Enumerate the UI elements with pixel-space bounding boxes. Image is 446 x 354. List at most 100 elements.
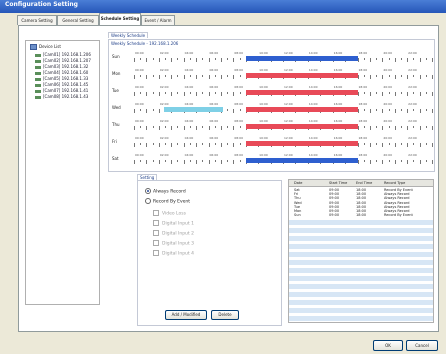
tick-label: 04:00 <box>184 85 194 89</box>
tick-mark <box>394 160 396 164</box>
tick-mark <box>376 143 378 145</box>
table-cell: Record By Event <box>384 213 413 218</box>
day-timeline-sun[interactable]: 00:00 02:00 04:00 06:00 08:00 10:00 12:00 14:00… <box>134 50 433 62</box>
tick-label: 02:00 <box>159 85 169 89</box>
tick-label: 12:00 <box>284 51 293 55</box>
tick-label: 04:00 <box>184 68 194 72</box>
day-timeline-mon[interactable]: 00:00 02:00 04:00 06:00 08:00 10:00 12:00 14:00… <box>134 67 433 79</box>
device-item-cam04[interactable]: [Cam04] 192.168.1.60 <box>35 70 88 75</box>
tick-mark <box>220 75 222 79</box>
tick-mark <box>388 143 390 145</box>
tick-label: 14:00 <box>308 153 318 157</box>
schedule-segment[interactable] <box>245 107 358 112</box>
always-record-radio[interactable]: Always Record <box>145 188 186 195</box>
device-item-cam05[interactable]: [Cam05] 192.168.1.33 <box>35 76 88 81</box>
empty-row-stripe <box>289 268 433 273</box>
tab-general-setting[interactable]: General Setting <box>57 15 99 25</box>
radio-unselected-icon <box>145 198 151 204</box>
tick-mark <box>134 143 135 147</box>
day-timeline-fri[interactable]: 00:00 02:00 04:00 06:00 08:00 10:00 12:00 14:00… <box>134 135 433 147</box>
device-list[interactable]: Device List [Cam01] 192.168.1.206 [Cam02… <box>25 40 100 305</box>
digital-input-1-checkbox[interactable]: Digital Input 1 <box>153 220 194 227</box>
tick-label: 18:00 <box>358 153 368 157</box>
tick-mark <box>214 143 216 145</box>
schedule-segment[interactable] <box>245 56 358 61</box>
tick-label: 22:00 <box>408 119 417 123</box>
schedule-table[interactable]: Date Start Time End Time Record Type Sat… <box>288 179 434 323</box>
tick-label: 12:00 <box>284 85 293 89</box>
tab-schedule-setting[interactable]: Schedule Setting <box>99 13 141 25</box>
digital-input-4-checkbox[interactable]: Digital Input 4 <box>153 250 194 257</box>
tick-mark <box>183 126 185 130</box>
tick-label: 20:00 <box>383 51 392 55</box>
tick-mark <box>357 126 359 130</box>
schedule-segment[interactable] <box>245 158 358 163</box>
add-modified-button[interactable]: Add / Modified <box>165 310 207 320</box>
ok-button[interactable]: OK <box>373 340 403 351</box>
day-timeline-sat[interactable]: 00:00 02:00 04:00 06:00 08:00 10:00 12:00 14:00… <box>134 152 433 164</box>
digital-input-3-checkbox[interactable]: Digital Input 3 <box>153 240 194 247</box>
column-header-record-type[interactable]: Record Type <box>384 181 405 185</box>
device-item-cam08[interactable]: [Cam08] 192.168.1.43 <box>35 94 88 99</box>
tick-mark <box>196 92 198 96</box>
tick-mark <box>376 126 378 128</box>
video-loss-checkbox[interactable]: Video Loss <box>153 210 186 217</box>
column-header-date[interactable]: Date <box>294 181 302 185</box>
day-label: Thu <box>112 122 120 127</box>
delete-button[interactable]: Delete <box>211 310 239 320</box>
tick-mark <box>140 92 142 94</box>
digital-input-2-checkbox[interactable]: Digital Input 2 <box>153 230 194 237</box>
tick-mark <box>369 126 371 130</box>
schedule-segment[interactable] <box>245 124 358 129</box>
tick-mark <box>134 160 135 164</box>
schedule-segment[interactable] <box>245 90 358 95</box>
tick-mark <box>202 143 204 145</box>
device-item-cam06[interactable]: [Cam06] 192.168.1.45 <box>35 82 88 87</box>
tick-label: 14:00 <box>308 85 318 89</box>
tick-mark <box>227 126 229 128</box>
day-label: Mon <box>112 71 121 76</box>
tick-mark <box>171 126 173 130</box>
tick-mark <box>432 58 433 62</box>
day-timeline-tue[interactable]: 00:00 02:00 04:00 06:00 08:00 10:00 12:00 14:00… <box>134 84 433 96</box>
record-by-event-radio[interactable]: Record By Event <box>145 198 190 205</box>
schedule-segment[interactable] <box>163 107 224 112</box>
day-timeline-thu[interactable]: 00:00 02:00 04:00 06:00 08:00 10:00 12:00 14:00… <box>134 118 433 130</box>
tick-mark <box>388 92 390 94</box>
device-item-cam01[interactable]: [Cam01] 192.168.1.206 <box>35 52 91 57</box>
column-header-end-time[interactable]: End Time <box>356 181 372 185</box>
day-timeline-wed[interactable]: 00:00 02:00 04:00 06:00 08:00 10:00 12:00 14:00… <box>134 101 433 113</box>
tick-mark <box>171 160 173 164</box>
day-label: Tue <box>112 88 119 93</box>
device-item-cam03[interactable]: [Cam03] 192.168.1.32 <box>35 64 88 69</box>
cancel-button[interactable]: Cancel <box>406 340 438 351</box>
tick-mark <box>158 109 160 113</box>
column-header-start-time[interactable]: Start Time <box>329 181 347 185</box>
tick-label: 20:00 <box>383 153 392 157</box>
tick-label: 00:00 <box>135 68 144 72</box>
schedule-panel: Device List [Cam01] 192.168.1.206 [Cam02… <box>18 25 439 332</box>
checkbox-icon <box>153 230 159 236</box>
tick-mark <box>158 75 160 79</box>
tick-mark <box>413 126 415 128</box>
schedule-segment[interactable] <box>245 141 358 146</box>
tab-camera-setting[interactable]: Camera Setting <box>17 15 57 25</box>
tick-mark <box>152 160 154 162</box>
tick-mark <box>214 160 216 162</box>
device-item-cam02[interactable]: [Cam02] 192.168.1.207 <box>35 58 91 63</box>
tick-mark <box>239 143 241 145</box>
tick-mark <box>214 58 216 60</box>
tab-event-alarm[interactable]: Event / Alarm <box>141 15 175 25</box>
device-list-root[interactable]: Device List <box>30 44 61 50</box>
device-item-cam07[interactable]: [Cam07] 192.168.1.41 <box>35 88 88 93</box>
tick-mark <box>214 92 216 94</box>
tick-mark <box>227 75 229 77</box>
tick-label: 02:00 <box>159 51 169 55</box>
tick-mark <box>239 92 241 94</box>
tick-mark <box>363 109 365 111</box>
schedule-segment[interactable] <box>245 73 358 78</box>
setting-title: Setting <box>137 174 158 180</box>
tick-mark <box>400 58 402 60</box>
tick-mark <box>165 160 167 162</box>
table-row[interactable]: Sun 09:00 18:00 Record By Event <box>289 213 433 217</box>
